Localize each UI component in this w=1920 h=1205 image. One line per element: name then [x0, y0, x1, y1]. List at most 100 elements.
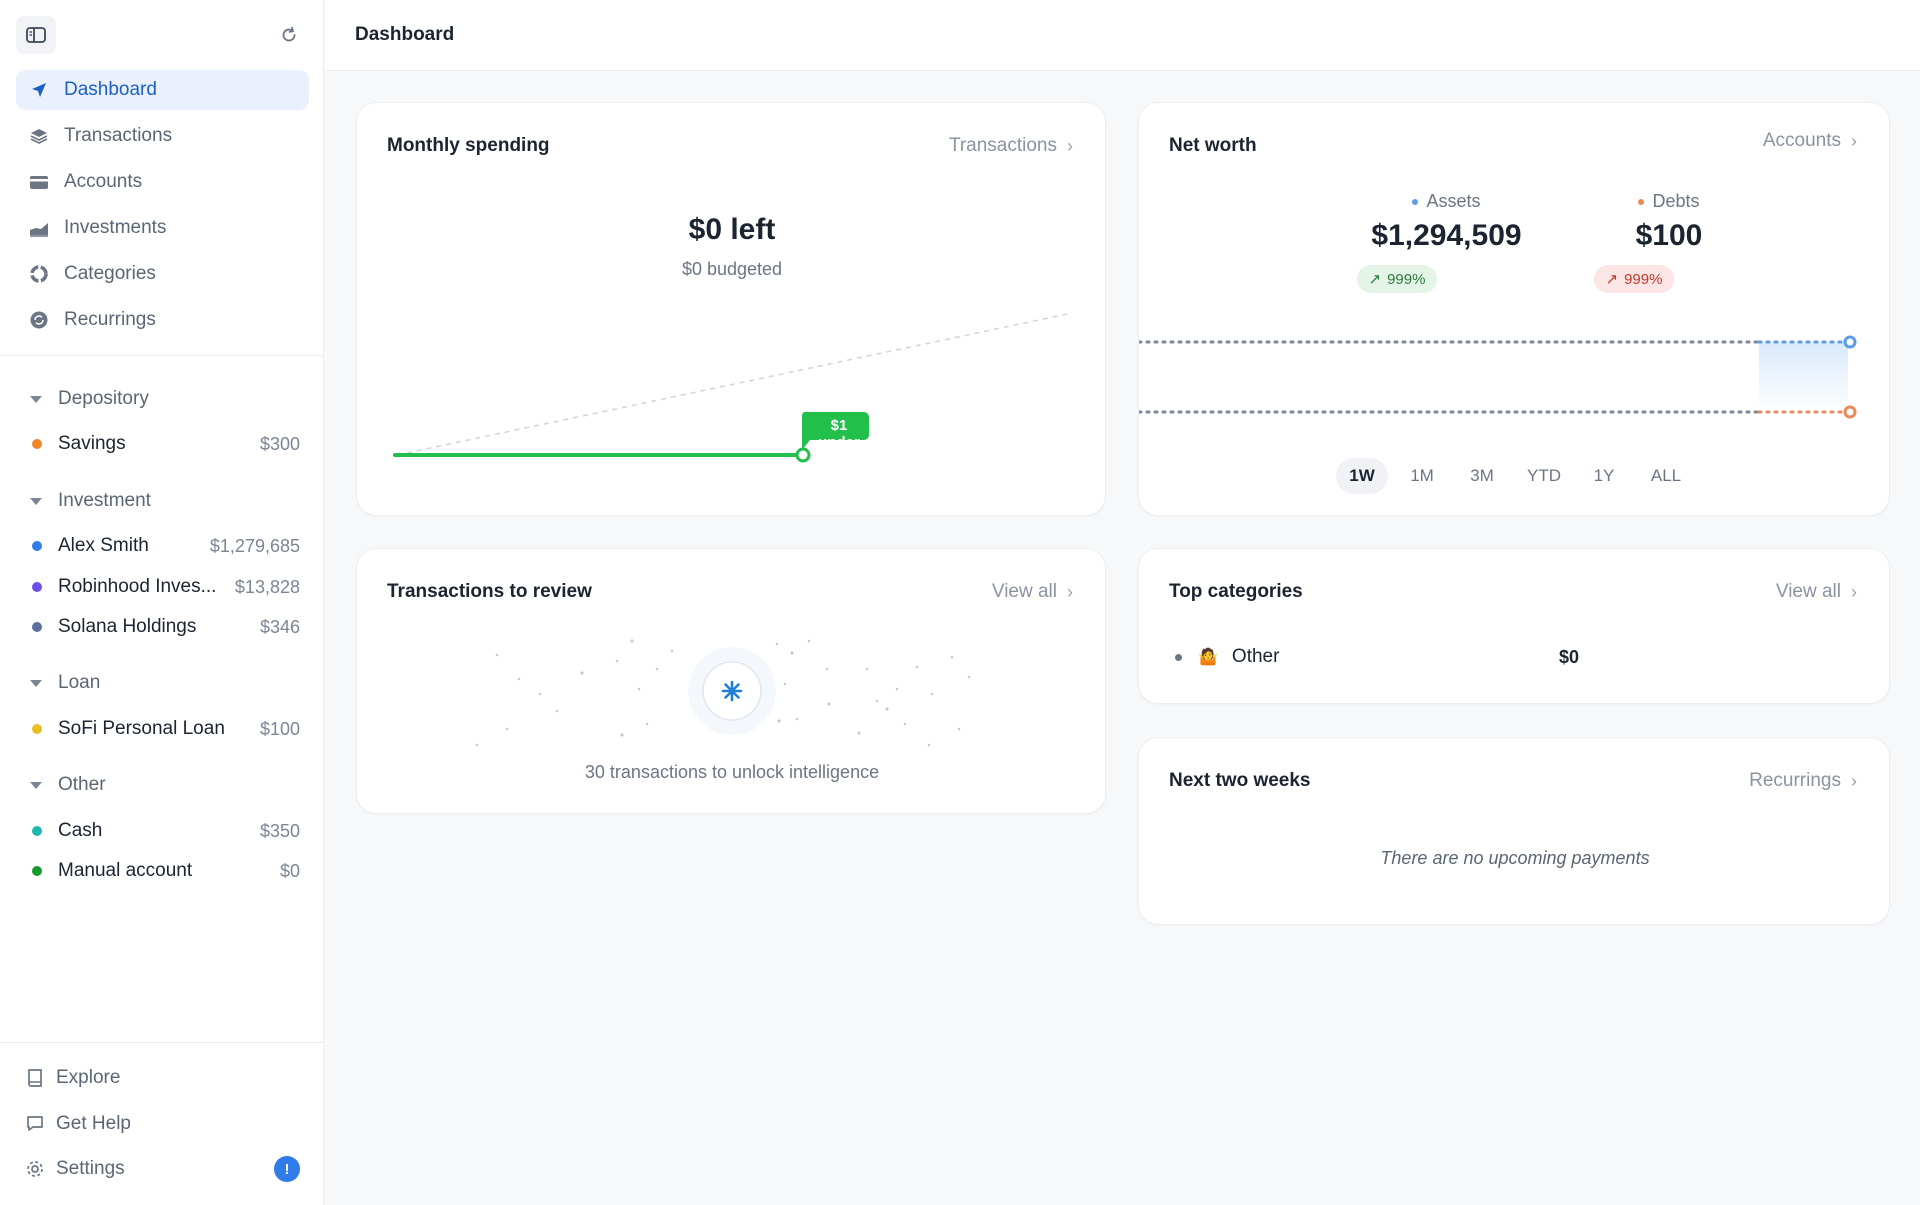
- category-name: Other: [1231, 646, 1280, 667]
- sidebar-item-investments[interactable]: Investments: [16, 208, 309, 248]
- account-row[interactable]: Solana Holdings $346: [28, 611, 300, 643]
- net-worth-card: Net worth Accounts › Assets $1,294,509 ↗ 9…: [1138, 102, 1890, 516]
- sidebar-top: [0, 0, 323, 72]
- card-title: Top categories: [1169, 581, 1303, 602]
- sidebar-item-label: Dashboard: [64, 79, 157, 100]
- refresh-icon: [282, 26, 296, 42]
- card-title: Next two weeks: [1169, 770, 1311, 791]
- category-emoji-icon: 🤷: [1198, 649, 1218, 666]
- sidebar-divider: [0, 355, 324, 356]
- budget-pace-line: [396, 312, 1073, 456]
- top-bar: Dashboard: [325, 0, 1920, 71]
- account-dot: [32, 724, 42, 734]
- account-amount: $1,279,685: [209, 535, 300, 556]
- account-dot: [32, 866, 42, 876]
- refresh-button[interactable]: [276, 22, 302, 48]
- range-1y-button[interactable]: 1Y: [1578, 458, 1630, 494]
- account-amount: $350: [259, 820, 300, 841]
- account-dot: [32, 541, 42, 551]
- sparkle-icon: [721, 680, 743, 702]
- sidebar-toggle-icon: [26, 27, 46, 43]
- pie-icon: [28, 263, 50, 285]
- caret-down-icon: [30, 395, 42, 403]
- book-icon: [24, 1067, 46, 1089]
- range-all-button[interactable]: ALL: [1638, 458, 1694, 494]
- account-row[interactable]: Savings $300: [28, 428, 300, 460]
- group-header-other[interactable]: Other: [28, 774, 106, 796]
- layers-icon: [28, 125, 50, 147]
- sidebar-item-accounts[interactable]: Accounts: [16, 162, 309, 202]
- account-row[interactable]: Manual account $0: [28, 855, 300, 887]
- range-3m-button[interactable]: 3M: [1456, 458, 1508, 494]
- group-label: Investment: [58, 490, 151, 511]
- group-header-depository[interactable]: Depository: [28, 388, 149, 410]
- category-amount: $0: [1559, 646, 1580, 667]
- account-name: SoFi Personal Loan: [58, 718, 225, 739]
- account-dot: [32, 622, 42, 632]
- caret-down-icon: [30, 781, 42, 789]
- monthly-spending-card: Monthly spending Transactions › $0 left $…: [356, 102, 1106, 516]
- chat-icon: [24, 1113, 46, 1135]
- account-name: Alex Smith: [58, 535, 149, 556]
- account-row[interactable]: Alex Smith $1,279,685: [28, 530, 300, 562]
- sidebar-item-label: Transactions: [64, 125, 173, 146]
- sidebar-item-label: Recurrings: [64, 309, 156, 330]
- sidebar-item-get-help[interactable]: Get Help: [24, 1106, 300, 1142]
- account-name: Cash: [58, 820, 103, 841]
- sidebar-divider: [0, 1042, 324, 1043]
- link-label: View all: [1775, 581, 1841, 602]
- account-amount: $13,828: [234, 576, 300, 597]
- group-label: Depository: [58, 388, 149, 409]
- gear-icon: [24, 1158, 46, 1180]
- footer-item-label: Get Help: [56, 1113, 131, 1134]
- assets-area: [1759, 342, 1848, 412]
- page-title: Dashboard: [355, 24, 455, 45]
- account-amount: $300: [259, 433, 300, 454]
- view-all-link[interactable]: View all ›: [1776, 581, 1857, 603]
- next-two-weeks-card: Next two weeks Recurrings › There are no …: [1138, 737, 1890, 925]
- group-label: Loan: [58, 672, 101, 693]
- sidebar-toggle-button[interactable]: [16, 16, 56, 54]
- account-name: Solana Holdings: [58, 616, 197, 637]
- group-label: Other: [58, 774, 106, 795]
- account-row[interactable]: Robinhood Inves... $13,828: [28, 571, 300, 603]
- account-dot: [32, 582, 42, 592]
- sidebar-item-explore[interactable]: Explore: [24, 1060, 300, 1096]
- sidebar-item-categories[interactable]: Categories: [16, 254, 309, 294]
- chart-icon: [28, 217, 50, 239]
- range-1m-button[interactable]: 1M: [1396, 458, 1448, 494]
- caret-down-icon: [30, 679, 42, 687]
- account-amount: $0: [279, 860, 300, 881]
- account-dot: [32, 439, 42, 449]
- empty-state-message: There are no upcoming payments: [1380, 848, 1650, 868]
- account-name: Savings: [58, 433, 126, 454]
- send-icon: [28, 79, 50, 101]
- account-amount: $100: [259, 718, 300, 739]
- account-name: Robinhood Inves...: [58, 576, 217, 597]
- account-row[interactable]: Cash $350: [28, 815, 300, 847]
- account-amount: $346: [259, 616, 300, 637]
- card-icon: [28, 171, 50, 193]
- range-ytd-button[interactable]: YTD: [1516, 458, 1572, 494]
- sidebar-item-label: Accounts: [64, 171, 143, 192]
- footer-item-label: Explore: [56, 1067, 121, 1088]
- debts-endpoint: [1843, 405, 1857, 419]
- sidebar-item-transactions[interactable]: Transactions: [16, 116, 309, 156]
- sidebar-item-recurrings[interactable]: Recurrings: [16, 300, 309, 340]
- footer-item-label: Settings: [56, 1158, 125, 1179]
- recurring-icon: [28, 309, 50, 331]
- sidebar: Dashboard Transactions Accounts Investme…: [0, 0, 324, 1205]
- link-label: Recurrings: [1749, 770, 1841, 791]
- category-row[interactable]: 🤷 Other $0: [1175, 641, 1595, 673]
- sidebar-item-dashboard[interactable]: Dashboard: [16, 70, 309, 110]
- range-1w-button[interactable]: 1W: [1336, 458, 1388, 494]
- recurrings-link[interactable]: Recurrings ›: [1749, 770, 1857, 792]
- sidebar-item-settings[interactable]: Settings !: [24, 1151, 300, 1187]
- sidebar-item-label: Categories: [64, 263, 156, 284]
- group-header-loan[interactable]: Loan: [28, 672, 100, 694]
- caret-down-icon: [30, 497, 42, 505]
- group-header-investment[interactable]: Investment: [28, 490, 151, 512]
- account-row[interactable]: SoFi Personal Loan $100: [28, 713, 300, 745]
- transactions-review-card: Transactions to review View all › 30 tran…: [356, 548, 1106, 814]
- sidebar-item-label: Investments: [64, 217, 167, 238]
